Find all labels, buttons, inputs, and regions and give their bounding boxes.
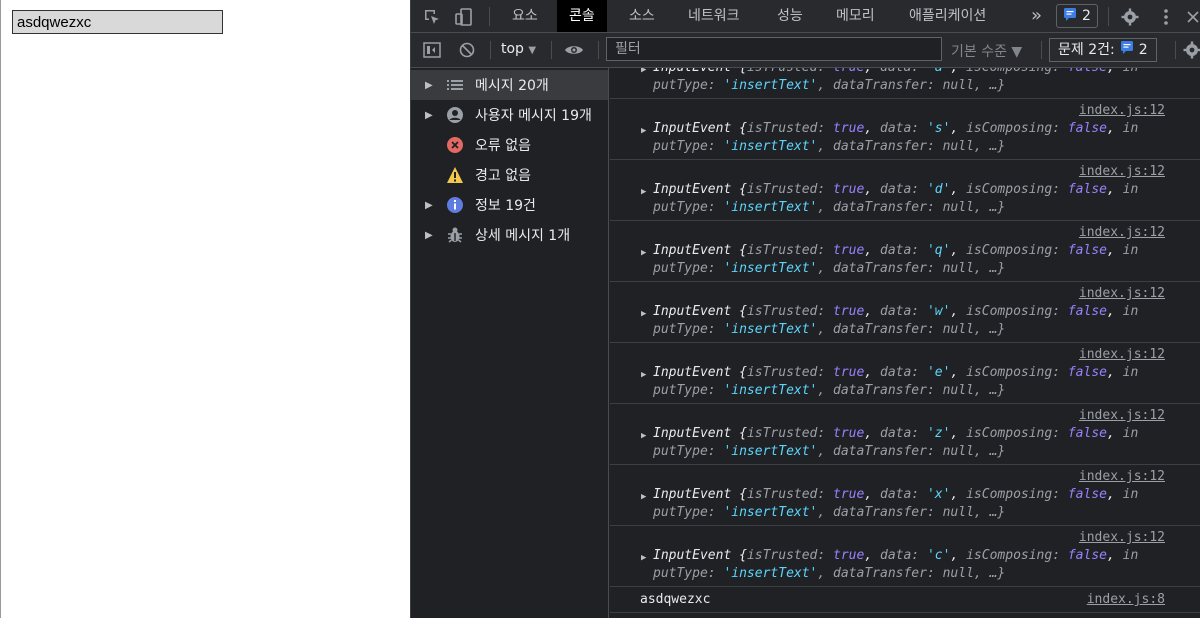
source-link[interactable]: index.js:12 (1079, 408, 1165, 423)
source-link[interactable]: index.js:8 (1087, 592, 1165, 607)
toolbar-separator (551, 41, 552, 59)
sidebar-item-verbose[interactable]: ▶ 상세 메시지 1개 (411, 220, 608, 250)
tabbar-separator (489, 7, 490, 26)
device-toolbar-icon[interactable] (453, 6, 475, 28)
expand-triangle-icon[interactable]: ▶ (641, 187, 646, 197)
log-text: asdqwezxc (640, 592, 711, 607)
console-message[interactable]: index.js:12 ▶ InputEvent {isTrusted: true,… (610, 465, 1200, 526)
expand-arrow-icon: ▶ (425, 199, 433, 211)
console-messages: ▶ InputEvent {isTrusted: true, data: 'a'… (610, 68, 1200, 618)
sidebar-item-label: 정보 19건 (475, 198, 536, 214)
expand-triangle-icon[interactable]: ▶ (641, 553, 646, 563)
sidebar-item-errors[interactable]: 오류 없음 (411, 130, 608, 160)
clear-console-icon[interactable] (456, 39, 478, 61)
console-toolbar: top ▼ 필터 기본 수준 ▼ 문제 2건: 2 (411, 33, 1200, 68)
issues-count: 2 (1138, 42, 1148, 58)
issues-count-button[interactable]: 문제 2건: 2 (1049, 38, 1157, 62)
source-link[interactable]: index.js:12 (1079, 225, 1165, 240)
source-link[interactable]: index.js:12 (1079, 103, 1165, 118)
expand-triangle-icon[interactable]: ▶ (641, 492, 646, 502)
toolbar-separator (490, 41, 491, 59)
inspect-element-icon[interactable] (421, 6, 443, 28)
sidebar-item-messages[interactable]: ▶ 메시지 20개 (411, 70, 608, 100)
more-tabs-button[interactable]: » (1019, 0, 1054, 32)
source-link[interactable]: index.js:12 (1079, 347, 1165, 362)
settings-gear-icon[interactable] (1118, 5, 1142, 29)
console-message[interactable]: ▶ InputEvent {isTrusted: true, data: 'a'… (610, 68, 1200, 99)
log-levels-dropdown[interactable]: 기본 수준 ▼ (951, 41, 1022, 61)
sidebar-toggle-icon[interactable] (421, 39, 443, 61)
message-icon (1120, 39, 1134, 61)
devtools-tabbar: 요소 콘솔 소스 네트워크 성능 메모리 애플리케이션 » 2 (411, 0, 1200, 33)
info-icon (445, 195, 465, 215)
tab-sources[interactable]: 소스 (617, 0, 667, 32)
console-settings-gear-icon[interactable] (1183, 39, 1200, 61)
eye-icon[interactable] (562, 39, 586, 61)
source-link[interactable]: index.js:12 (1079, 530, 1165, 545)
tab-console[interactable]: 콘솔 (557, 0, 607, 32)
expand-arrow-icon: ▶ (425, 79, 433, 91)
expand-triangle-icon[interactable]: ▶ (641, 309, 646, 319)
tab-memory[interactable]: 메모리 (824, 0, 887, 32)
source-link[interactable]: index.js:12 (1079, 286, 1165, 301)
console-message[interactable]: index.js:12 ▶ InputEvent {isTrusted: true,… (610, 99, 1200, 160)
source-link[interactable]: index.js:12 (1079, 469, 1165, 484)
sidebar-item-label: 경고 없음 (475, 168, 531, 184)
tab-performance[interactable]: 성능 (765, 0, 815, 32)
expand-arrow-icon: ▶ (425, 229, 433, 241)
console-message[interactable]: index.js:12 ▶ InputEvent {isTrusted: true,… (610, 343, 1200, 404)
console-message[interactable]: index.js:12 ▶ InputEvent {isTrusted: true,… (610, 282, 1200, 343)
source-link[interactable]: index.js:12 (1079, 164, 1165, 179)
console-message[interactable]: index.js:12 ▶ InputEvent {isTrusted: true,… (610, 404, 1200, 465)
bug-icon (445, 225, 465, 245)
close-icon[interactable] (1185, 5, 1200, 29)
console-sidebar: ▶ 메시지 20개 ▶ 사용자 메시지 19개 오류 없음 경고 없음 ▶ 정보… (411, 68, 609, 618)
sidebar-item-info[interactable]: ▶ 정보 19건 (411, 190, 608, 220)
console-message[interactable]: index.js:12 ▶ InputEvent {isTrusted: true,… (610, 221, 1200, 282)
toolbar-separator (1175, 41, 1176, 59)
user-icon (445, 105, 465, 125)
console-message[interactable]: index.js:12 ▶ InputEvent {isTrusted: true,… (610, 526, 1200, 587)
devtools-panel: 요소 콘솔 소스 네트워크 성능 메모리 애플리케이션 » 2 top ▼ 필터… (410, 0, 1200, 618)
tab-application[interactable]: 애플리케이션 (897, 0, 998, 32)
text-input[interactable] (12, 10, 223, 34)
tab-elements[interactable]: 요소 (500, 0, 550, 32)
page-viewport (0, 0, 410, 618)
issues-badge-count: 2 (1082, 8, 1091, 24)
sidebar-item-label: 상세 메시지 1개 (475, 228, 571, 244)
toolbar-separator (598, 41, 599, 59)
message-icon (1063, 7, 1077, 25)
expand-triangle-icon[interactable]: ▶ (641, 370, 646, 380)
expand-triangle-icon[interactable]: ▶ (641, 126, 646, 136)
sidebar-item-label: 오류 없음 (475, 138, 531, 154)
expand-arrow-icon: ▶ (425, 109, 433, 121)
issues-badge-button[interactable]: 2 (1056, 4, 1098, 28)
expand-triangle-icon[interactable]: ▶ (641, 248, 646, 258)
tabbar-separator (1108, 7, 1109, 26)
warning-icon (445, 165, 465, 185)
expand-triangle-icon[interactable]: ▶ (641, 431, 646, 441)
console-message[interactable]: index.js:12 ▶ InputEvent {isTrusted: true,… (610, 160, 1200, 221)
console-message[interactable]: asdqwezxc index.js:8 (610, 587, 1200, 613)
expand-triangle-icon[interactable]: ▶ (641, 68, 646, 75)
sidebar-item-user-messages[interactable]: ▶ 사용자 메시지 19개 (411, 100, 608, 130)
toolbar-separator (1041, 41, 1042, 59)
tab-network[interactable]: 네트워크 (676, 0, 752, 32)
filter-input[interactable]: 필터 (606, 37, 942, 61)
more-options-icon[interactable] (1155, 5, 1177, 29)
sidebar-item-label: 사용자 메시지 19개 (475, 108, 592, 124)
list-icon (445, 75, 465, 95)
error-icon (445, 135, 465, 155)
context-selector[interactable]: top ▼ (501, 41, 536, 57)
issues-label: 문제 2건: (1058, 42, 1115, 58)
sidebar-item-label: 메시지 20개 (475, 78, 549, 94)
sidebar-item-warnings[interactable]: 경고 없음 (411, 160, 608, 190)
